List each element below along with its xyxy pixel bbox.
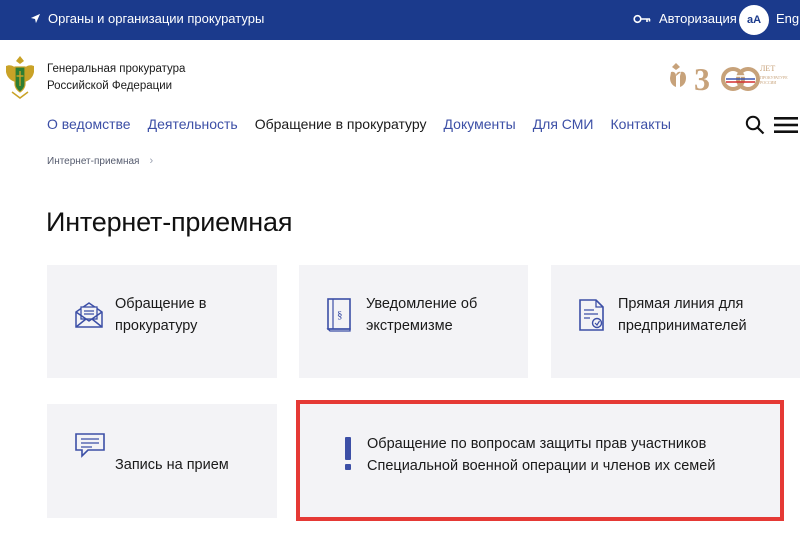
card-svo-title: Обращение по вопросам защиты прав участн… xyxy=(367,433,715,477)
anniversary-word: ЛЕТ xyxy=(760,64,775,73)
card-svo-participants-appeal[interactable]: Обращение по вопросам защиты прав участн… xyxy=(296,400,784,521)
anniversary-300-logo: 3 ЛЕТ ПРОКУРАТУРЕ РОССИИ xyxy=(670,61,788,97)
main-nav: О ведомстве Деятельность Обращение в про… xyxy=(47,116,688,132)
card-appeal-title: Обращение в прокуратуру xyxy=(115,293,206,337)
card-appointment[interactable]: Запись на прием xyxy=(47,404,277,518)
card-appointment-line1: Запись на прием xyxy=(115,457,229,473)
card-business-title: Прямая линия для предпринимателей xyxy=(618,293,747,337)
law-book-icon: § xyxy=(326,298,351,332)
nav-item-contacts[interactable]: Контакты xyxy=(611,116,671,132)
card-svo-line1: Обращение по вопросам защиты прав участн… xyxy=(367,436,707,452)
card-extremism-line2: экстремизме xyxy=(366,318,453,334)
language-switch[interactable]: Eng xyxy=(776,11,799,26)
organizations-link[interactable]: Органы и организации прокуратуры xyxy=(30,11,264,26)
search-icon[interactable] xyxy=(745,115,765,135)
card-svo-line2: Специальной военной операции и членов их… xyxy=(367,458,716,474)
nav-item-documents[interactable]: Документы xyxy=(444,116,516,132)
font-size-toggle[interactable]: аА xyxy=(739,5,769,35)
login-label: Авторизация xyxy=(659,11,737,26)
key-icon xyxy=(633,14,651,23)
envelope-icon xyxy=(75,302,103,328)
organization-name[interactable]: Генеральная прокуратура Российской Федер… xyxy=(47,61,185,95)
hamburger-menu-icon[interactable] xyxy=(774,116,798,134)
card-extremism-line1: Уведомление об xyxy=(366,296,478,312)
svg-text:§: § xyxy=(337,309,343,321)
breadcrumb-separator-icon: › xyxy=(149,155,154,167)
breadcrumb: Интернет-приемная › xyxy=(47,155,153,167)
breadcrumb-item[interactable]: Интернет-приемная xyxy=(47,156,139,167)
document-stamp-icon xyxy=(579,299,604,331)
svg-text:3: 3 xyxy=(694,61,710,97)
location-arrow-icon xyxy=(30,13,41,24)
card-appeal-line1: Обращение в xyxy=(115,296,207,312)
organization-name-line1: Генеральная прокуратура xyxy=(47,63,186,75)
organization-name-line2: Российской Федерации xyxy=(47,80,173,92)
card-appointment-title: Запись на прием xyxy=(115,454,229,476)
card-business-line2: предпринимателей xyxy=(618,318,747,334)
organizations-link-label: Органы и организации прокуратуры xyxy=(48,11,265,26)
card-appeal[interactable]: Обращение в прокуратуру xyxy=(47,265,277,378)
card-business-line1: Прямая линия для xyxy=(618,296,744,312)
login-link[interactable]: Авторизация xyxy=(633,11,737,26)
prosecutor-emblem-icon[interactable] xyxy=(0,52,40,100)
nav-item-appeal[interactable]: Обращение в прокуратуру xyxy=(255,116,427,132)
exclamation-icon xyxy=(345,437,351,470)
nav-item-about[interactable]: О ведомстве xyxy=(47,116,131,132)
page-title: Интернет-приемная xyxy=(46,207,293,237)
nav-item-media[interactable]: Для СМИ xyxy=(533,116,594,132)
chat-message-icon xyxy=(75,433,105,458)
card-business-hotline[interactable]: Прямая линия для предпринимателей xyxy=(551,265,800,378)
card-appeal-line2: прокуратуру xyxy=(115,318,198,334)
card-extremism-title: Уведомление об экстремизме xyxy=(366,293,477,337)
nav-item-activity[interactable]: Деятельность xyxy=(148,116,238,132)
svg-text:РОССИИ: РОССИИ xyxy=(760,80,776,85)
top-bar: Органы и организации прокуратуры Авториз… xyxy=(0,0,800,40)
card-extremism-notice[interactable]: § Уведомление об экстремизме xyxy=(299,265,528,378)
